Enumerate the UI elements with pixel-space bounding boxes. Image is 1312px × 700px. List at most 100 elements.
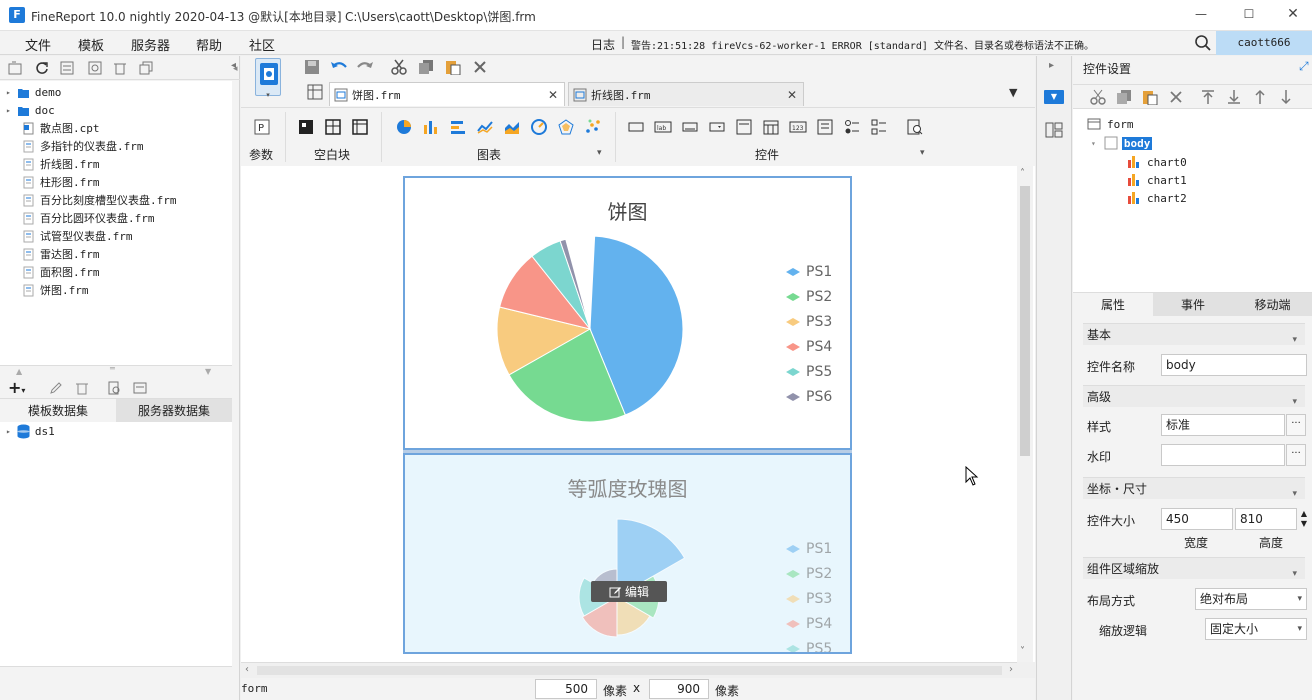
style-more-button[interactable]: ···: [1286, 414, 1306, 436]
gauge-chart-icon[interactable]: [530, 118, 548, 136]
section-advanced[interactable]: 高级 ▾: [1083, 385, 1305, 407]
move-bottom-icon[interactable]: [1225, 88, 1243, 106]
legend-item[interactable]: PS5: [785, 641, 832, 652]
textarea-icon[interactable]: [816, 118, 834, 136]
move-top-icon[interactable]: [1199, 88, 1217, 106]
tab-list-icon[interactable]: ▼: [1009, 86, 1017, 99]
section-coords-size[interactable]: 坐标・尺寸 ▾: [1083, 477, 1305, 499]
scale-logic-select[interactable]: 固定大小 ▾: [1205, 618, 1307, 640]
collapse-left-icon[interactable]: ◂: [231, 60, 236, 71]
tree-node-chart1[interactable]: chart1: [1127, 171, 1187, 189]
preview-icon[interactable]: [105, 379, 123, 397]
area-chart-icon[interactable]: [503, 118, 521, 136]
close-tab-icon[interactable]: ✕: [548, 88, 558, 102]
watermark-input[interactable]: [1161, 444, 1285, 466]
file-tree-item[interactable]: 饼图.frm: [22, 281, 89, 299]
file-tree-item[interactable]: 折线图.frm: [22, 155, 100, 173]
rose-chart-widget[interactable]: 等弧度玫瑰图 PS1PS2PS3PS4PS5PS6 编辑: [403, 453, 852, 654]
minimize-button[interactable]: —: [1190, 4, 1212, 26]
widget-height-input[interactable]: 810: [1235, 508, 1297, 530]
tree-node-chart2[interactable]: chart2: [1127, 189, 1187, 207]
dataset-tab-template[interactable]: 模板数据集: [0, 398, 116, 422]
grid-view-icon[interactable]: [307, 84, 325, 102]
delete-icon[interactable]: [471, 58, 489, 76]
canvas-height-input[interactable]: 900: [649, 679, 709, 699]
save-icon[interactable]: [303, 58, 321, 76]
list-widget-icon[interactable]: [735, 118, 753, 136]
menu-help[interactable]: 帮助: [196, 35, 222, 54]
user-badge[interactable]: caott666: [1216, 31, 1312, 55]
redo-icon[interactable]: [356, 58, 374, 76]
tab-pie[interactable]: 饼图.frm ✕: [329, 82, 565, 106]
menu-community[interactable]: 社区: [249, 35, 275, 54]
tree-node-form[interactable]: form: [1087, 115, 1134, 133]
legend-item[interactable]: PS4: [785, 616, 832, 632]
hbar-chart-icon[interactable]: [449, 118, 467, 136]
connection-icon[interactable]: [131, 379, 149, 397]
log-button[interactable]: 日志: [591, 36, 615, 53]
file-tree-item[interactable]: 柱形图.frm: [22, 173, 100, 191]
file-tree-item[interactable]: ▸ demo: [6, 83, 61, 101]
paste-icon[interactable]: [444, 58, 462, 76]
close-tab-icon[interactable]: ✕: [787, 88, 797, 102]
tree-node-chart0[interactable]: chart0: [1127, 153, 1187, 171]
textbox-icon[interactable]: [627, 118, 645, 136]
expand-arrow-icon[interactable]: ▸: [6, 106, 11, 115]
widget-settings-tab-icon[interactable]: ▼: [1044, 90, 1064, 104]
scatter-chart-icon[interactable]: [584, 118, 602, 136]
menu-server[interactable]: 服务器: [131, 35, 170, 54]
legend-item[interactable]: PS6: [785, 389, 832, 405]
hscroll-thumb[interactable]: [257, 666, 1002, 675]
new-folder-icon[interactable]: [6, 59, 24, 77]
label-icon[interactable]: lab: [654, 118, 672, 136]
edit-button[interactable]: 编辑: [591, 581, 667, 602]
line-chart-icon[interactable]: [476, 118, 494, 136]
refresh-icon[interactable]: [33, 59, 51, 77]
date-icon[interactable]: [762, 118, 780, 136]
canvas-width-input[interactable]: 500: [535, 679, 597, 699]
button-widget-icon[interactable]: [681, 118, 699, 136]
panel-splitter[interactable]: ▲ ═ ▼: [0, 364, 232, 378]
tab-block-icon[interactable]: [324, 118, 342, 136]
file-tree-item[interactable]: 多指针的仪表盘.frm: [22, 137, 144, 155]
tree-node-body[interactable]: ▾ body: [1091, 134, 1153, 152]
legend-item[interactable]: PS3: [785, 591, 832, 607]
legend-item[interactable]: PS5: [785, 364, 832, 380]
paste-icon[interactable]: [1141, 88, 1159, 106]
legend-item[interactable]: PS4: [785, 339, 832, 355]
file-tree-item[interactable]: 散点图.cpt: [22, 119, 100, 137]
control-expand-icon[interactable]: ▾: [920, 148, 925, 158]
copy-icon[interactable]: [137, 59, 155, 77]
height-stepper[interactable]: ▲ ▼: [1297, 509, 1311, 529]
cut-icon[interactable]: [390, 58, 408, 76]
radar-chart-icon[interactable]: [557, 118, 575, 136]
legend-item[interactable]: PS2: [785, 566, 832, 582]
copy-icon[interactable]: [417, 58, 435, 76]
copy-icon[interactable]: [1115, 88, 1133, 106]
dataset-item[interactable]: ▸ ds1: [6, 422, 55, 440]
checkbox-icon[interactable]: [870, 118, 888, 136]
widget-name-input[interactable]: body: [1161, 354, 1307, 376]
tab-mobile[interactable]: 移动端: [1233, 292, 1312, 316]
collapse-right-icon[interactable]: ▸: [1049, 60, 1054, 71]
radio-icon[interactable]: [843, 118, 861, 136]
vertical-scrollbar[interactable]: ˄ ˅: [1017, 166, 1033, 662]
search-icon[interactable]: [1194, 34, 1212, 52]
expand-arrow-icon[interactable]: ▸: [6, 88, 11, 97]
file-tree-item[interactable]: 试管型仪表盘.frm: [22, 227, 133, 245]
tab-line[interactable]: 折线图.frm ✕: [568, 82, 804, 106]
pie-chart-icon[interactable]: [395, 118, 413, 136]
param-icon[interactable]: P: [253, 118, 271, 136]
file-tree-item[interactable]: 雷达图.frm: [22, 245, 100, 263]
file-tree-item[interactable]: 面积图.frm: [22, 263, 100, 281]
canvas-hscroll[interactable]: ‹ ›: [241, 662, 1017, 678]
search-widget-icon[interactable]: [906, 118, 924, 136]
section-basic[interactable]: 基本 ▾: [1083, 323, 1305, 345]
menu-template[interactable]: 模板: [78, 35, 104, 54]
delete-icon[interactable]: [111, 59, 129, 77]
tab-attributes[interactable]: 属性: [1073, 292, 1153, 316]
file-tree-item[interactable]: 百分比圆环仪表盘.frm: [22, 209, 155, 227]
cut-icon[interactable]: [1089, 88, 1107, 106]
menu-file[interactable]: 文件: [25, 35, 51, 54]
chart-expand-icon[interactable]: ▾: [597, 148, 602, 158]
